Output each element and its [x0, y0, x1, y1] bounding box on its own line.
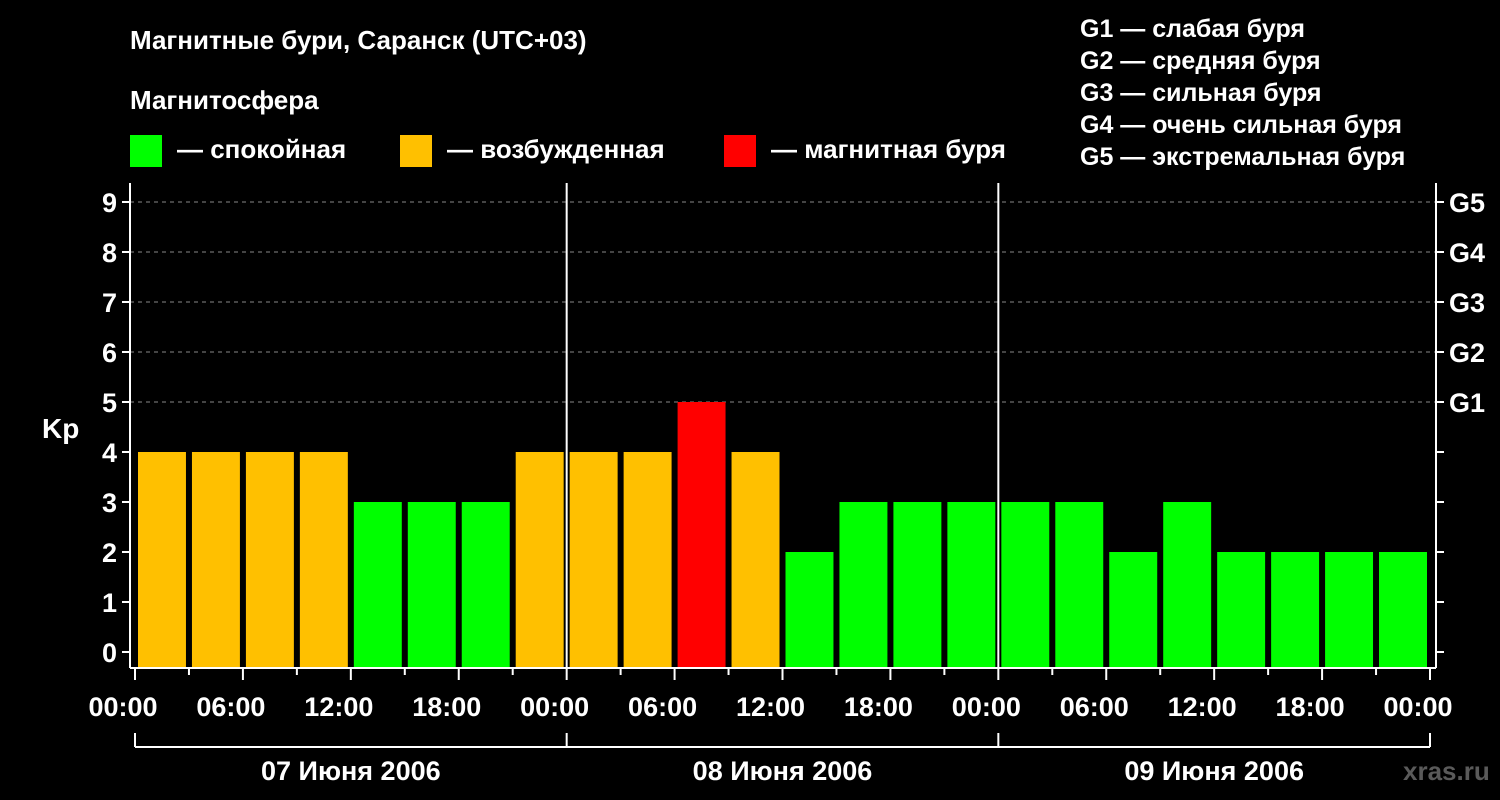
bars: [138, 402, 1427, 668]
y-tick-label: 1: [102, 588, 117, 618]
kp-bar: [515, 452, 564, 668]
y-tick-label: 0: [102, 638, 117, 668]
storm-scale-legend: G1 — слабая буря G2 — средняя буря G3 — си…: [1080, 15, 1405, 171]
storm-scale-item: G2 — средняя буря: [1080, 47, 1321, 75]
x-tick-label: 18:00: [412, 692, 481, 722]
kp-bar: [569, 452, 618, 668]
x-axis: 00:00 06:00 12:00 18:00 00:00 06:00 12:00 18:00…: [88, 668, 1453, 722]
storm-level-label: G5: [1449, 188, 1485, 218]
x-tick-label: 18:00: [844, 692, 913, 722]
storm-level-label: G2: [1449, 338, 1485, 368]
x-tick-label: 06:00: [628, 692, 697, 722]
y-tick-label: 7: [102, 288, 117, 318]
legend-swatch: [400, 135, 432, 167]
legend-label: — возбужденная: [447, 134, 665, 164]
kp-bar: [623, 452, 672, 668]
x-tick-label: 06:00: [196, 692, 265, 722]
kp-chart: Магнитные бури, Саранск (UTC+03) Магнито…: [42, 15, 1490, 786]
kp-bar: [839, 502, 888, 668]
y-tick-label: 9: [102, 188, 117, 218]
legend-swatch: [724, 135, 756, 167]
kp-bar: [1163, 502, 1212, 668]
y-tick-label: 4: [102, 438, 117, 468]
kp-bar: [1055, 502, 1104, 668]
x-tick-label: 18:00: [1276, 692, 1345, 722]
x-tick-label: 00:00: [88, 692, 157, 722]
kp-bar: [893, 502, 942, 668]
kp-bar: [299, 452, 348, 668]
x-tick-label: 00:00: [1383, 692, 1452, 722]
y-tick-label: 2: [102, 538, 117, 568]
day-label: 07 Июня 2006: [261, 756, 441, 786]
kp-bar: [731, 452, 780, 668]
kp-bar: [1109, 552, 1158, 668]
day-axis: 07 Июня 2006 08 Июня 2006 09 Июня 2006: [134, 733, 1431, 786]
x-tick-label: 00:00: [520, 692, 589, 722]
y-tick-label: 6: [102, 338, 117, 368]
kp-bar: [1325, 552, 1374, 668]
y-tick-label: 8: [102, 238, 117, 268]
kp-bar: [138, 452, 186, 668]
chart-subtitle: Магнитосфера: [130, 85, 319, 115]
watermark: xras.ru: [1403, 756, 1490, 786]
grid: [130, 201, 1436, 403]
y-tick-label: 5: [102, 388, 117, 418]
kp-bar: [191, 452, 240, 668]
x-tick-label: 06:00: [1060, 692, 1129, 722]
legend-label: — магнитная буря: [771, 134, 1006, 164]
storm-level-label: G4: [1449, 238, 1485, 268]
kp-bar: [785, 552, 834, 668]
kp-bar: [407, 502, 456, 668]
kp-bar: [353, 502, 402, 668]
x-tick-label: 12:00: [1168, 692, 1237, 722]
storm-scale-item: G3 — сильная буря: [1080, 79, 1322, 107]
kp-bar: [461, 502, 510, 668]
storm-level-label: G1: [1449, 388, 1485, 418]
x-tick-label: 00:00: [952, 692, 1021, 722]
legend: — спокойная — возбужденная — магнитная бур…: [130, 134, 1006, 167]
day-label: 09 Июня 2006: [1124, 756, 1304, 786]
y-axis-label: Kp: [42, 413, 79, 444]
storm-scale-item: G1 — слабая буря: [1080, 15, 1305, 43]
kp-bar: [245, 452, 294, 668]
kp-bar: [1271, 552, 1320, 668]
legend-swatch: [130, 135, 162, 167]
x-tick-label: 12:00: [304, 692, 373, 722]
x-tick-label: 12:00: [736, 692, 805, 722]
y-tick-label: 3: [102, 488, 117, 518]
chart-title: Магнитные бури, Саранск (UTC+03): [130, 25, 587, 55]
kp-bar: [947, 502, 996, 668]
kp-bar: [677, 402, 726, 668]
legend-label: — спокойная: [177, 134, 346, 164]
kp-bar: [1217, 552, 1266, 668]
kp-bar: [1001, 502, 1050, 668]
storm-level-label: G3: [1449, 288, 1485, 318]
storm-scale-item: G5 — экстремальная буря: [1080, 143, 1405, 171]
storm-scale-item: G4 — очень сильная буря: [1080, 111, 1402, 139]
kp-bar: [1379, 552, 1427, 668]
day-label: 08 Июня 2006: [693, 756, 873, 786]
